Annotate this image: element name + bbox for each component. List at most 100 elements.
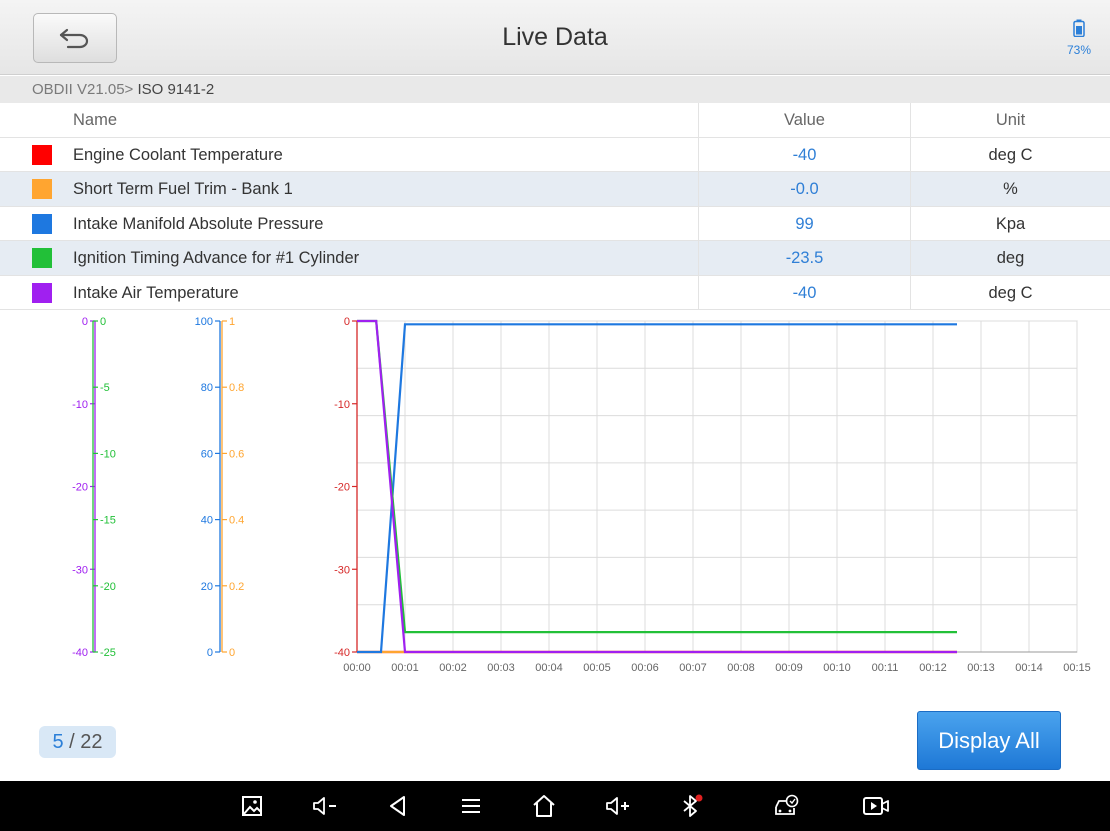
series-color-swatch <box>32 248 52 268</box>
parameter-unit: deg C <box>910 275 1110 310</box>
table-header-row: Name Value Unit <box>0 103 1110 138</box>
parameter-unit: deg C <box>910 137 1110 172</box>
y-tick-label: -20 <box>334 482 350 494</box>
y-tick-label: 0 <box>100 316 106 328</box>
y-tick-label: -25 <box>100 647 116 659</box>
x-tick-label: 00:10 <box>823 662 851 674</box>
y-tick-label: 0 <box>207 647 213 659</box>
y-tick-label: -20 <box>72 482 88 494</box>
y-tick-label: -40 <box>72 647 88 659</box>
screenshot-icon[interactable] <box>237 791 267 821</box>
column-header-unit: Unit <box>910 103 1110 137</box>
y-tick-label: 0.4 <box>229 515 244 527</box>
y-tick-label: 0 <box>82 316 88 328</box>
battery-status: 73% <box>1062 19 1096 57</box>
series-color-swatch <box>32 144 52 165</box>
x-tick-label: 00:11 <box>872 662 899 674</box>
series-color-swatch <box>32 282 52 303</box>
page-total: / 22 <box>69 731 103 753</box>
plot-area <box>356 320 1078 653</box>
y-tick-label: 1 <box>229 316 235 328</box>
column-header-name: Name <box>73 111 118 129</box>
y-tick-label: -40 <box>334 647 350 659</box>
parameter-unit: deg <box>910 241 1110 275</box>
breadcrumb-current: ISO 9141-2 <box>133 81 215 98</box>
back-nav-icon[interactable] <box>383 791 413 821</box>
vehicle-diagnostics-icon[interactable] <box>771 791 801 821</box>
x-tick-label: 00:13 <box>967 662 995 674</box>
breadcrumb: OBDII V21.05> ISO 9141-2 <box>0 76 1110 103</box>
screen: Live Data 73% OBDII V21.05> ISO 9141-2 N… <box>0 0 1110 831</box>
x-tick-label: 00:01 <box>391 662 419 674</box>
parameter-name: Ignition Timing Advance for #1 Cylinder <box>73 249 360 267</box>
x-tick-label: 00:03 <box>487 662 515 674</box>
parameter-value: 99 <box>698 206 910 241</box>
system-nav-bar <box>0 781 1110 831</box>
breadcrumb-path: OBDII V21.05> <box>32 81 134 98</box>
parameter-unit: % <box>910 172 1110 206</box>
y-tick-label: -10 <box>72 399 88 411</box>
y-tick-label: -10 <box>334 399 350 411</box>
x-tick-label: 00:04 <box>535 662 563 674</box>
battery-percent: 73% <box>1066 43 1092 57</box>
table-row[interactable]: Engine Coolant Temperature -40 deg C <box>0 137 1110 172</box>
x-tick-label: 00:15 <box>1063 662 1091 674</box>
y-tick-label: 0 <box>229 647 235 659</box>
parameter-value: -23.5 <box>698 241 910 275</box>
y-tick-label: -10 <box>100 448 116 460</box>
x-tick-label: 00:02 <box>439 662 467 674</box>
parameter-value: -40 <box>698 137 910 172</box>
parameter-name: Engine Coolant Temperature <box>73 145 283 164</box>
table-row[interactable]: Short Term Fuel Trim - Bank 1 -0.0 % <box>0 172 1110 207</box>
x-tick-label: 00:08 <box>727 662 755 674</box>
y-tick-label: -30 <box>334 564 350 576</box>
y-tick-label: -5 <box>100 382 110 394</box>
y-tick-label: 0.2 <box>229 581 244 593</box>
x-tick-label: 00:06 <box>631 662 659 674</box>
screen-record-icon[interactable] <box>861 791 891 821</box>
series-color-swatch <box>32 179 52 199</box>
parameter-name: Intake Manifold Absolute Pressure <box>73 214 324 233</box>
parameter-name: Intake Air Temperature <box>73 283 239 302</box>
y-tick-label: 60 <box>201 448 213 460</box>
menu-icon[interactable] <box>456 791 486 821</box>
volume-up-icon[interactable] <box>603 791 633 821</box>
y-tick-label: 80 <box>201 382 213 394</box>
table-row[interactable]: Ignition Timing Advance for #1 Cylinder … <box>0 241 1110 276</box>
page-current: 5 <box>52 731 64 753</box>
y-tick-label: -15 <box>100 515 116 527</box>
parameter-value: -0.0 <box>698 172 910 206</box>
x-tick-label: 00:12 <box>919 662 947 674</box>
parameter-name: Short Term Fuel Trim - Bank 1 <box>73 180 293 198</box>
line-chart: 00:00 00:01 00:02 00:03 00:04 00:05 00:06 00:07… <box>72 316 1091 674</box>
column-header-value: Value <box>698 103 910 137</box>
x-tick-label: 00:05 <box>583 662 611 674</box>
battery-icon <box>1073 19 1085 38</box>
page-indicator: 5 / 22 <box>39 726 116 758</box>
y-tick-label: 0.8 <box>229 382 244 394</box>
x-tick-label: 00:00 <box>343 662 371 674</box>
table-row[interactable]: Intake Manifold Absolute Pressure 99 Kpa <box>0 206 1110 241</box>
parameter-unit: Kpa <box>910 206 1110 241</box>
live-data-graph: 00:00 00:01 00:02 00:03 00:04 00:05 00:06 00:07… <box>0 311 1110 681</box>
page-title: Live Data <box>502 23 608 51</box>
y-tick-label: 0 <box>344 316 350 328</box>
parameter-value: -40 <box>698 275 910 310</box>
home-icon[interactable] <box>529 791 559 821</box>
y-tick-label: 0.6 <box>229 448 244 460</box>
x-tick-label: 00:14 <box>1015 662 1043 674</box>
table-row[interactable]: Intake Air Temperature -40 deg C <box>0 275 1110 310</box>
live-data-table: Name Value Unit Engine Coolant Temperatu… <box>0 103 1110 310</box>
bluetooth-icon[interactable] <box>676 791 706 821</box>
y-tick-label: 100 <box>195 316 213 328</box>
volume-down-icon[interactable] <box>310 791 340 821</box>
series-color-swatch <box>32 213 52 234</box>
y-tick-label: 40 <box>201 515 213 527</box>
y-tick-label: 20 <box>201 581 213 593</box>
title-bar: Live Data 73% <box>0 0 1110 75</box>
x-tick-label: 00:07 <box>679 662 707 674</box>
display-all-button[interactable]: Display All <box>917 711 1061 770</box>
y-tick-label: -20 <box>100 581 116 593</box>
x-tick-label: 00:09 <box>775 662 803 674</box>
y-tick-label: -30 <box>72 564 88 576</box>
